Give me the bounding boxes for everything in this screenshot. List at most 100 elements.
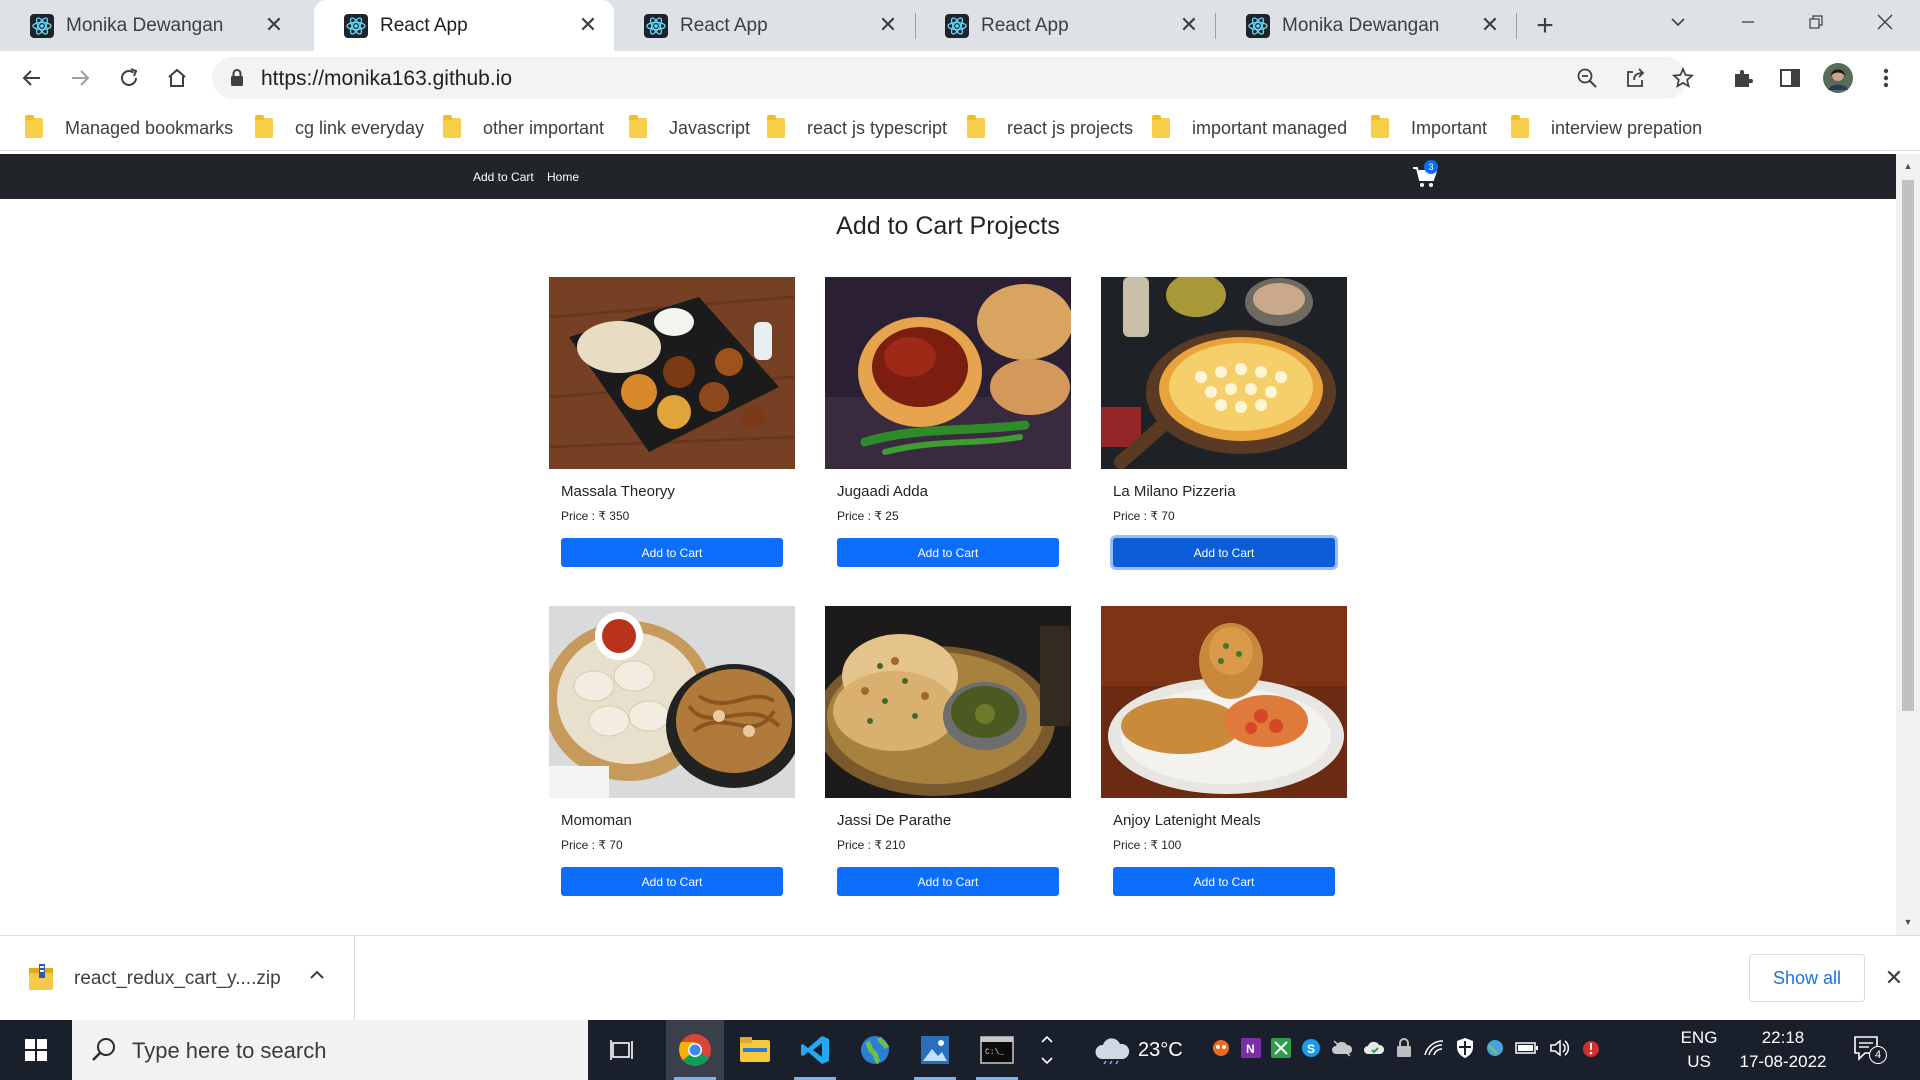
product-price: Price : ₹ 70 bbox=[1113, 509, 1175, 523]
onenote-tray-icon[interactable]: N bbox=[1241, 1037, 1261, 1063]
add-to-cart-button[interactable]: Add to Cart bbox=[561, 538, 783, 567]
scrollbar-thumb[interactable] bbox=[1902, 180, 1914, 711]
tab-close-icon[interactable]: ✕ bbox=[576, 12, 600, 37]
home-icon[interactable] bbox=[161, 62, 193, 94]
scroll-up-arrow-icon[interactable]: ▲ bbox=[1902, 160, 1914, 172]
tray-icons: N S bbox=[1211, 1020, 1601, 1080]
skype-tray-icon[interactable]: S bbox=[1301, 1038, 1321, 1063]
back-arrow-icon[interactable] bbox=[16, 62, 48, 94]
react-favicon-icon bbox=[1246, 13, 1270, 38]
bookmark-folder[interactable]: Javascript bbox=[629, 115, 750, 141]
tab-monika-dewangan-2[interactable]: Monika Dewangan ✕ bbox=[1216, 0, 1516, 51]
antivirus-tray-icon[interactable] bbox=[1581, 1037, 1601, 1064]
add-to-cart-button[interactable]: Add to Cart bbox=[837, 538, 1059, 567]
download-item[interactable]: react_redux_cart_y....zip bbox=[0, 936, 355, 1021]
bookmark-folder[interactable]: important managed bbox=[1152, 115, 1347, 141]
close-download-bar-icon[interactable]: ✕ bbox=[1880, 964, 1908, 992]
folder-icon bbox=[1371, 115, 1389, 138]
product-card: Momoman Price : ₹ 70 Add to Cart bbox=[549, 606, 795, 908]
taskbar-overflow-icon[interactable] bbox=[1032, 1020, 1062, 1080]
security-shield-tray-icon[interactable] bbox=[1455, 1037, 1475, 1064]
bookmark-folder[interactable]: interview prepation bbox=[1511, 115, 1702, 141]
window-close-icon[interactable] bbox=[1852, 0, 1918, 44]
new-tab-plus-icon[interactable]: + bbox=[1529, 9, 1561, 42]
bookmark-label: Important bbox=[1411, 117, 1488, 138]
svg-text:N: N bbox=[1246, 1042, 1255, 1056]
address-bar[interactable]: https://monika163.github.io bbox=[212, 57, 1694, 99]
bookmark-star-icon[interactable] bbox=[1670, 65, 1696, 91]
wifi-tray-icon[interactable] bbox=[1423, 1039, 1445, 1062]
zoom-icon[interactable] bbox=[1574, 65, 1600, 91]
react-favicon-icon bbox=[30, 13, 54, 38]
share-icon[interactable] bbox=[1622, 65, 1648, 91]
url-text[interactable]: https://monika163.github.io bbox=[261, 67, 512, 91]
file-explorer-icon[interactable] bbox=[726, 1020, 784, 1080]
volume-tray-icon[interactable] bbox=[1549, 1038, 1571, 1063]
add-to-cart-button[interactable]: Add to Cart bbox=[837, 867, 1059, 896]
lock-tray-icon[interactable] bbox=[1395, 1037, 1413, 1064]
bookmark-folder[interactable]: Important bbox=[1371, 115, 1487, 141]
globe-browser-icon[interactable] bbox=[846, 1020, 904, 1080]
product-price: Price : ₹ 100 bbox=[1113, 838, 1182, 852]
profile-avatar[interactable] bbox=[1822, 62, 1854, 94]
reload-icon[interactable] bbox=[113, 62, 145, 94]
folder-icon bbox=[255, 115, 273, 138]
bookmark-folder[interactable]: Managed bookmarks bbox=[25, 115, 233, 141]
fox-tray-icon[interactable] bbox=[1211, 1038, 1231, 1063]
battery-tray-icon[interactable] bbox=[1515, 1041, 1539, 1060]
product-price: Price : ₹ 350 bbox=[561, 509, 630, 523]
vscode-icon[interactable] bbox=[786, 1020, 844, 1080]
onedrive-tray-icon[interactable] bbox=[1363, 1040, 1385, 1061]
menu-kebab-icon[interactable] bbox=[1870, 62, 1902, 94]
cloud-sync-tray-icon[interactable] bbox=[1331, 1039, 1353, 1062]
side-panel-icon[interactable] bbox=[1774, 62, 1806, 94]
tab-react-app-2[interactable]: React App ✕ bbox=[614, 0, 914, 51]
react-favicon-icon bbox=[945, 13, 969, 38]
bookmark-folder[interactable]: other important bbox=[443, 115, 604, 141]
product-image-rolls bbox=[1101, 606, 1347, 798]
show-all-button[interactable]: Show all bbox=[1749, 954, 1865, 1002]
restore-icon[interactable] bbox=[1783, 0, 1849, 44]
tab-close-icon[interactable]: ✕ bbox=[262, 12, 286, 37]
forward-arrow-icon[interactable] bbox=[64, 62, 96, 94]
tab-close-icon[interactable]: ✕ bbox=[1177, 12, 1201, 37]
folder-icon bbox=[767, 115, 785, 138]
clock-date: 17-08-2022 bbox=[1739, 1052, 1827, 1071]
photos-icon[interactable] bbox=[906, 1020, 964, 1080]
language-indicator[interactable]: ENG US bbox=[1677, 1026, 1721, 1074]
spreadsheet-tray-icon[interactable] bbox=[1271, 1037, 1291, 1063]
taskbar-search-box[interactable]: Type here to search bbox=[72, 1020, 588, 1080]
scroll-down-arrow-icon[interactable]: ▼ bbox=[1902, 916, 1914, 928]
bookmark-folder[interactable]: react js projects bbox=[967, 115, 1133, 141]
tab-search-chevron-icon[interactable] bbox=[1645, 0, 1711, 44]
weather-widget[interactable]: 23°C bbox=[1094, 1020, 1183, 1080]
tab-close-icon[interactable]: ✕ bbox=[876, 12, 900, 37]
windows-start-icon[interactable] bbox=[0, 1020, 72, 1080]
bookmark-folder[interactable]: cg link everyday bbox=[255, 115, 424, 141]
nav-link-home[interactable]: Home bbox=[547, 170, 579, 184]
minimize-icon[interactable] bbox=[1715, 0, 1781, 44]
tab-monika-dewangan-1[interactable]: Monika Dewangan ✕ bbox=[0, 0, 300, 51]
page-scrollbar[interactable]: ▲ ▼ bbox=[1896, 154, 1920, 935]
add-to-cart-button[interactable]: Add to Cart bbox=[1113, 538, 1335, 567]
extensions-puzzle-icon[interactable] bbox=[1727, 62, 1759, 94]
product-card: La Milano Pizzeria Price : ₹ 70 Add to C… bbox=[1101, 277, 1347, 579]
folder-icon bbox=[967, 115, 985, 138]
chevron-up-icon[interactable] bbox=[308, 966, 326, 989]
chrome-taskbar-icon[interactable] bbox=[666, 1020, 724, 1080]
add-to-cart-button[interactable]: Add to Cart bbox=[561, 867, 783, 896]
nav-link-add-to-cart[interactable]: Add to Cart bbox=[473, 170, 534, 184]
tab-react-app-active[interactable]: React App ✕ bbox=[314, 0, 614, 51]
lock-icon[interactable] bbox=[229, 68, 245, 93]
bookmark-folder[interactable]: react js typescript bbox=[767, 115, 947, 141]
folder-icon bbox=[629, 115, 647, 138]
terminal-icon[interactable]: C:\_ bbox=[968, 1020, 1026, 1080]
tab-react-app-3[interactable]: React App ✕ bbox=[915, 0, 1215, 51]
taskbar-clock[interactable]: 22:18 17-08-2022 bbox=[1738, 1026, 1828, 1074]
notification-center-icon[interactable]: 4 bbox=[1853, 1034, 1887, 1066]
network-globe-tray-icon[interactable] bbox=[1485, 1038, 1505, 1063]
task-view-icon[interactable] bbox=[594, 1020, 652, 1080]
bookmarks-bar: Managed bookmarks cg link everyday other… bbox=[0, 105, 1920, 151]
add-to-cart-button[interactable]: Add to Cart bbox=[1113, 867, 1335, 896]
tab-close-icon[interactable]: ✕ bbox=[1478, 12, 1502, 37]
